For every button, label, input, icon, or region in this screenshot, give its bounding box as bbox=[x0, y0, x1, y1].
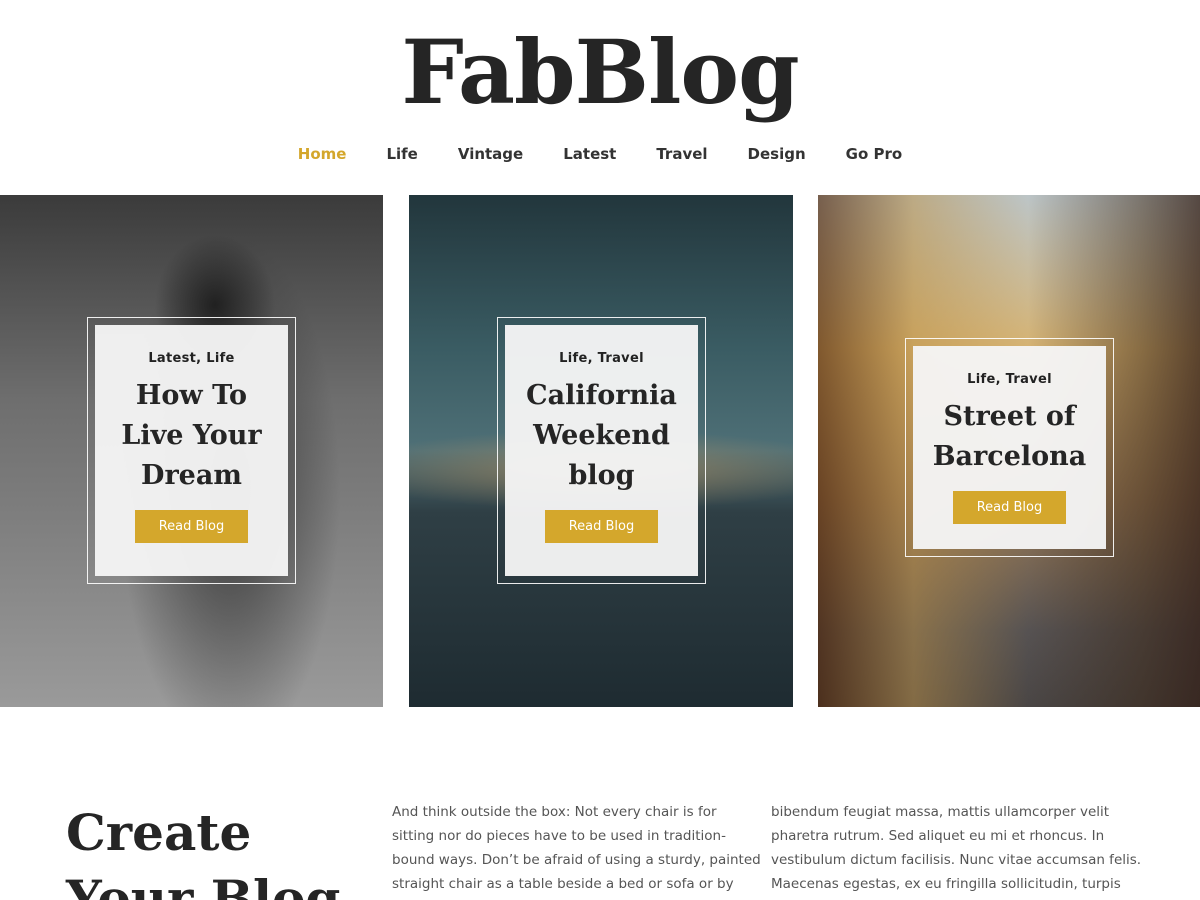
nav-item-latest[interactable]: Latest bbox=[543, 140, 636, 168]
post-title[interactable]: California Weekend blog bbox=[505, 376, 698, 496]
featured-post-image-3[interactable]: Life, Travel Street of Barcelona Read Bl… bbox=[818, 195, 1200, 707]
post-categories[interactable]: Life, Travel bbox=[505, 351, 698, 366]
post-title[interactable]: How To Live Your Dream bbox=[95, 376, 288, 496]
nav-item-go-pro[interactable]: Go Pro bbox=[826, 140, 923, 168]
nav-item-home[interactable]: Home bbox=[278, 140, 367, 168]
read-blog-button[interactable]: Read Blog bbox=[135, 510, 248, 543]
main-nav: Home Life Vintage Latest Travel Design G… bbox=[0, 140, 1200, 168]
nav-item-travel[interactable]: Travel bbox=[636, 140, 727, 168]
nav-item-life[interactable]: Life bbox=[366, 140, 437, 168]
featured-post-image-1[interactable]: Latest, Life How To Live Your Dream Read… bbox=[0, 195, 383, 707]
read-blog-button[interactable]: Read Blog bbox=[545, 510, 658, 543]
intro-text-column-2: bibendum feugiat massa, mattis ullamcorp… bbox=[771, 804, 1142, 892]
featured-post-card-1: Latest, Life How To Live Your Dream Read… bbox=[95, 325, 288, 576]
site-title[interactable]: FabBlog bbox=[0, 22, 1200, 122]
section-heading: Create Your Blog bbox=[66, 803, 341, 900]
intro-text-column-1: And think outside the box: Not every cha… bbox=[392, 804, 761, 892]
featured-post-card-3: Life, Travel Street of Barcelona Read Bl… bbox=[913, 346, 1106, 549]
featured-post-card-2: Life, Travel California Weekend blog Rea… bbox=[505, 325, 698, 576]
read-blog-button[interactable]: Read Blog bbox=[953, 491, 1066, 524]
post-categories[interactable]: Latest, Life bbox=[95, 351, 288, 366]
post-categories[interactable]: Life, Travel bbox=[913, 372, 1106, 387]
nav-item-vintage[interactable]: Vintage bbox=[438, 140, 543, 168]
featured-post-image-2[interactable]: Life, Travel California Weekend blog Rea… bbox=[409, 195, 793, 707]
nav-item-design[interactable]: Design bbox=[728, 140, 826, 168]
post-title[interactable]: Street of Barcelona bbox=[913, 397, 1106, 477]
